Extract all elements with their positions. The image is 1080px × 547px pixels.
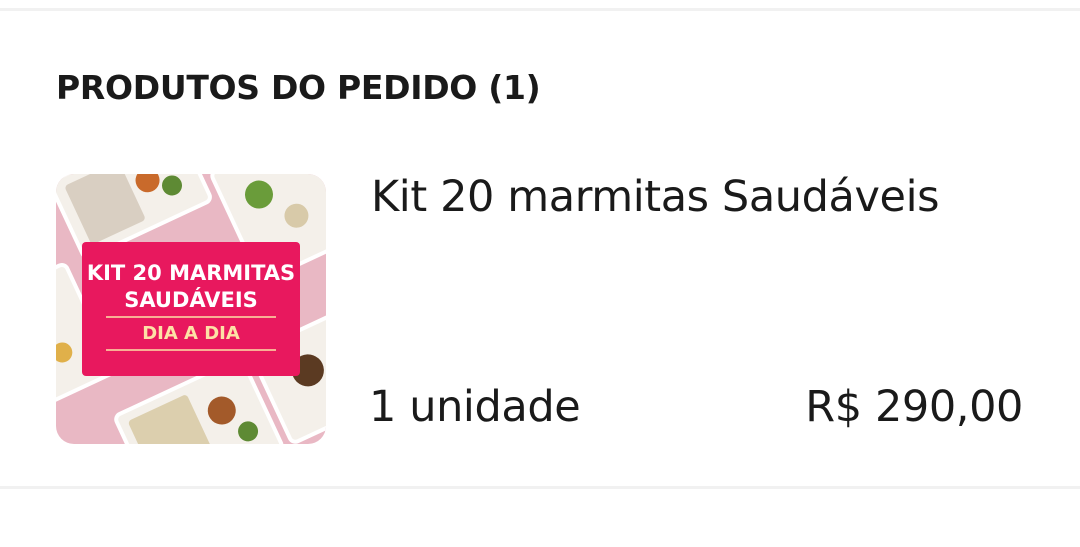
product-photo: KIT 20 MARMITAS SAUDÁVEIS DIA A DIA: [56, 174, 326, 444]
product-image[interactable]: KIT 20 MARMITAS SAUDÁVEIS DIA A DIA: [56, 174, 326, 444]
bottom-divider: [0, 486, 1080, 489]
banner-line2: SAUDÁVEIS: [124, 287, 258, 312]
section-title: PRODUTOS DO PEDIDO (1): [56, 68, 541, 107]
banner-line3: DIA A DIA: [142, 323, 240, 344]
top-divider: [0, 8, 1080, 11]
product-price: R$ 290,00: [805, 382, 1023, 432]
product-quantity: 1 unidade: [369, 382, 581, 432]
banner-line1: KIT 20 MARMITAS: [87, 261, 295, 285]
product-name[interactable]: Kit 20 marmitas Saudáveis: [371, 172, 940, 222]
